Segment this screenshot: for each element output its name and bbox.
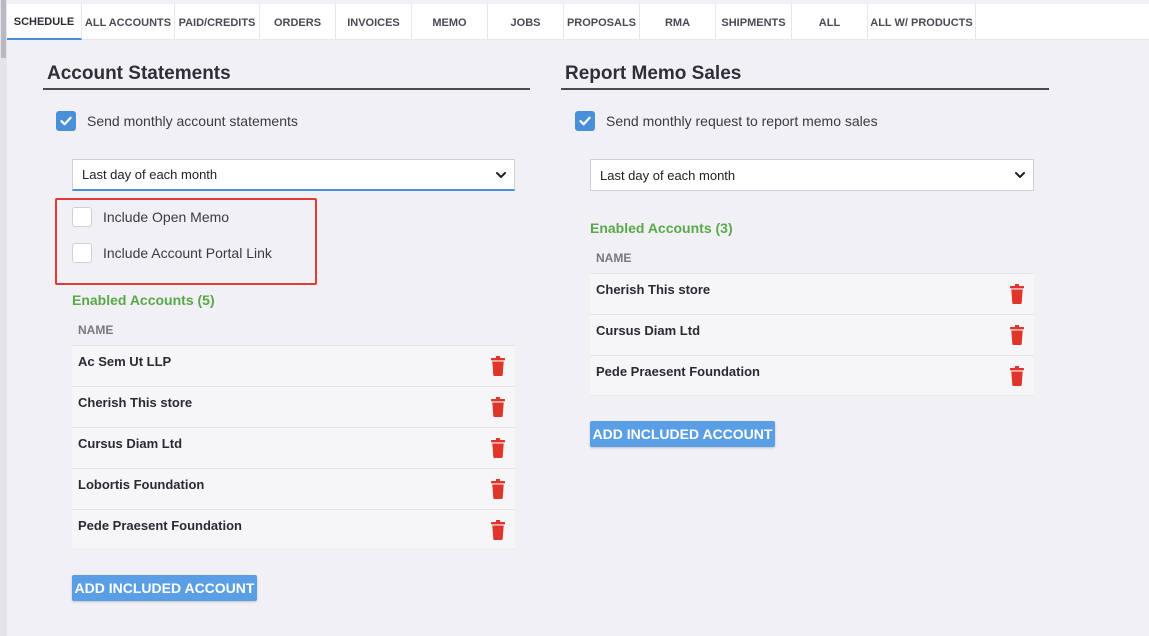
statements-schedule-select[interactable]: Last day of each month: [72, 159, 515, 191]
send-statements-label: Send monthly account statements: [87, 113, 298, 129]
tab-all-with-products[interactable]: ALL W/ PRODUCTS: [868, 4, 976, 40]
trash-icon[interactable]: [1009, 366, 1025, 386]
tab-label: SCHEDULE: [13, 16, 75, 28]
tab-memo[interactable]: MEMO: [412, 4, 488, 40]
tab-label: INVOICES: [347, 17, 400, 29]
send-memo-request-checkbox[interactable]: [575, 111, 595, 131]
tab-shipments[interactable]: SHIPMENTS: [716, 4, 792, 40]
account-row: Cursus Diam Ltd: [590, 314, 1034, 355]
tab-all-accounts[interactable]: ALL ACCOUNTS: [82, 4, 175, 40]
account-name: Pede Praesent Foundation: [78, 518, 242, 533]
enabled-accounts-list: Cherish This store Cursus Diam Ltd Pede …: [590, 273, 1034, 396]
tab-schedule[interactable]: SCHEDULE: [7, 4, 82, 40]
chevron-down-icon: [496, 172, 506, 178]
memo-schedule-select[interactable]: Last day of each month: [590, 159, 1034, 191]
account-row: Ac Sem Ut LLP: [72, 345, 515, 386]
tab-label: SHIPMENTS: [721, 17, 786, 29]
add-included-account-button[interactable]: ADD INCLUDED ACCOUNT: [72, 575, 257, 601]
send-memo-request-row[interactable]: Send monthly request to report memo sale…: [575, 111, 878, 131]
enabled-accounts-title: Enabled Accounts (5): [72, 292, 215, 308]
send-statements-checkbox[interactable]: [56, 111, 76, 131]
page-scrollbar[interactable]: [0, 0, 7, 636]
include-portal-link-label: Include Account Portal Link: [103, 245, 272, 261]
trash-icon[interactable]: [490, 397, 506, 417]
account-row: Cherish This store: [590, 273, 1034, 314]
include-open-memo-label: Include Open Memo: [103, 209, 230, 225]
trash-icon[interactable]: [490, 520, 506, 540]
enabled-accounts-title: Enabled Accounts (3): [590, 220, 733, 236]
account-row: Cursus Diam Ltd: [72, 427, 515, 468]
account-row: Lobortis Foundation: [72, 468, 515, 509]
account-name: Pede Praesent Foundation: [596, 364, 760, 379]
trash-icon[interactable]: [490, 438, 506, 458]
account-row: Pede Praesent Foundation: [72, 509, 515, 550]
checkmark-icon: [579, 116, 591, 126]
account-name: Cursus Diam Ltd: [596, 323, 701, 338]
panel-title: Account Statements: [43, 58, 530, 90]
account-row: Cherish This store: [72, 386, 515, 427]
scrollbar-thumb[interactable]: [1, 0, 6, 58]
tab-jobs[interactable]: JOBS: [488, 4, 564, 40]
tab-paid-credits[interactable]: PAID/CREDITS: [175, 4, 260, 40]
account-row: Pede Praesent Foundation: [590, 355, 1034, 396]
tab-label: RMA: [664, 17, 691, 29]
send-memo-request-label: Send monthly request to report memo sale…: [606, 113, 878, 129]
tab-label: PAID/CREDITS: [178, 17, 256, 29]
trash-icon[interactable]: [1009, 284, 1025, 304]
send-statements-row[interactable]: Send monthly account statements: [56, 111, 298, 131]
tab-label: ORDERS: [273, 17, 322, 29]
account-name: Ac Sem Ut LLP: [78, 354, 172, 369]
checkmark-icon: [60, 116, 72, 126]
tab-label: MEMO: [432, 17, 467, 29]
account-name: Cursus Diam Ltd: [78, 436, 183, 451]
select-value: Last day of each month: [82, 167, 218, 182]
trash-icon[interactable]: [490, 356, 506, 376]
panel-title: Report Memo Sales: [561, 58, 1049, 90]
tab-label: ALL ACCOUNTS: [84, 17, 172, 29]
trash-icon[interactable]: [1009, 325, 1025, 345]
account-name: Cherish This store: [78, 395, 193, 410]
enabled-accounts-list: Ac Sem Ut LLP Cherish This store Cursus …: [72, 345, 515, 550]
tab-rma[interactable]: RMA: [640, 4, 716, 40]
tab-orders[interactable]: ORDERS: [260, 4, 336, 40]
chevron-down-icon: [1015, 172, 1025, 178]
tab-label: JOBS: [510, 17, 541, 29]
account-name: Lobortis Foundation: [78, 477, 205, 492]
select-value: Last day of each month: [600, 167, 736, 183]
name-column-header: NAME: [596, 251, 632, 265]
include-open-memo-row[interactable]: Include Open Memo: [72, 207, 229, 227]
tab-label: ALL W/ PRODUCTS: [870, 17, 973, 29]
trash-icon[interactable]: [490, 479, 506, 499]
account-name: Cherish This store: [596, 282, 711, 297]
tab-all[interactable]: ALL: [792, 4, 868, 40]
name-column-header: NAME: [78, 323, 114, 337]
add-included-account-button[interactable]: ADD INCLUDED ACCOUNT: [590, 421, 775, 447]
tab-proposals[interactable]: PROPOSALS: [564, 4, 640, 40]
tab-label: ALL: [818, 17, 841, 29]
include-portal-link-checkbox[interactable]: [72, 243, 92, 263]
tab-label: PROPOSALS: [566, 17, 637, 29]
account-statements-panel: Account Statements: [43, 58, 530, 90]
tab-invoices[interactable]: INVOICES: [336, 4, 412, 40]
tab-bar: SCHEDULE ALL ACCOUNTS PAID/CREDITS ORDER…: [7, 4, 1149, 40]
report-memo-sales-panel: Report Memo Sales: [561, 58, 1049, 90]
include-portal-link-row[interactable]: Include Account Portal Link: [72, 243, 272, 263]
include-open-memo-checkbox[interactable]: [72, 207, 92, 227]
